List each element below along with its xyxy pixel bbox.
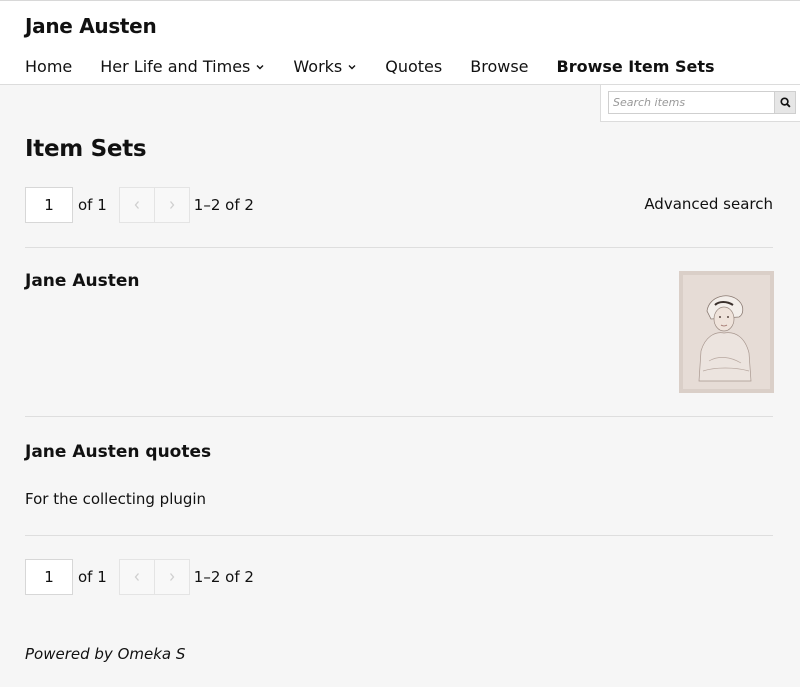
divider	[25, 416, 773, 417]
chevron-right-icon	[169, 573, 175, 581]
results-range-label: 1–2 of 2	[193, 568, 254, 586]
nav-item-label: Home	[25, 57, 73, 76]
pagination-bottom: of 1 1–2 of 2	[25, 559, 254, 595]
item-set-title[interactable]: Jane Austen	[25, 271, 139, 291]
search-button[interactable]	[774, 91, 796, 114]
search-input[interactable]	[608, 91, 774, 114]
nav-item-home[interactable]: Home	[25, 57, 72, 76]
search-form	[600, 85, 800, 122]
chevron-left-icon	[134, 573, 139, 581]
nav-item-quotes[interactable]: Quotes	[385, 57, 442, 76]
page-number-input[interactable]	[25, 559, 73, 595]
results-range-label: 1–2 of 2	[193, 196, 254, 214]
nav-item-browse-item-sets[interactable]: Browse Item Sets	[557, 57, 715, 76]
nav-item-label: Browse	[470, 57, 529, 76]
search-icon	[779, 97, 791, 108]
nav-item-label: Quotes	[385, 57, 443, 76]
pagination-top: of 1 1–2 of 2	[25, 187, 254, 223]
previous-page-button[interactable]	[118, 187, 155, 223]
nav-item-label: Her Life and Times	[100, 57, 251, 76]
divider	[25, 247, 773, 248]
nav-item-label: Works	[293, 57, 343, 76]
item-set-thumbnail[interactable]	[679, 271, 774, 393]
page-number-input[interactable]	[25, 187, 73, 223]
chevron-down-icon	[348, 64, 356, 69]
site-title[interactable]: Jane Austen	[25, 14, 157, 38]
portrait-image	[679, 271, 774, 393]
page-count-label: of 1	[78, 568, 107, 586]
chevron-down-icon	[256, 64, 264, 69]
item-set-description: For the collecting plugin	[25, 490, 207, 508]
footer-text: Powered by Omeka S	[25, 645, 186, 663]
nav-item-her-life-and-times[interactable]: Her Life and Times	[100, 57, 265, 76]
site-header: Jane Austen Home Her Life and Times Work…	[0, 0, 800, 85]
nav-item-label: Browse Item Sets	[556, 57, 715, 76]
next-page-button[interactable]	[153, 187, 190, 223]
next-page-button[interactable]	[153, 559, 190, 595]
chevron-right-icon	[169, 201, 175, 209]
page-count-label: of 1	[78, 196, 107, 214]
advanced-search-link[interactable]: Advanced search	[644, 195, 773, 213]
page-title: Item Sets	[25, 136, 147, 162]
chevron-left-icon	[134, 201, 139, 209]
main-navigation: Home Her Life and Times Works Quotes Bro…	[25, 57, 743, 76]
previous-page-button[interactable]	[118, 559, 155, 595]
nav-item-browse[interactable]: Browse	[470, 57, 528, 76]
divider	[25, 535, 773, 536]
nav-item-works[interactable]: Works	[293, 57, 357, 76]
item-set-title[interactable]: Jane Austen quotes	[25, 442, 211, 462]
